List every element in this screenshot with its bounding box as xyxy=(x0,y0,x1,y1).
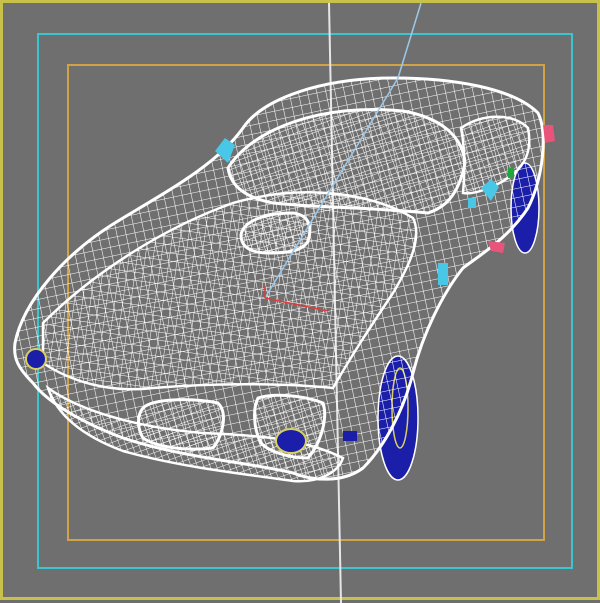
tail-light-lower xyxy=(488,241,505,253)
turn-signal xyxy=(343,431,357,441)
tail-light xyxy=(543,125,555,143)
side-marker-cyan xyxy=(438,263,448,285)
headlight-left xyxy=(25,348,47,370)
wireframe-scene[interactable] xyxy=(3,3,600,603)
headlight-right xyxy=(275,428,307,454)
perspective-viewport[interactable] xyxy=(0,0,600,603)
grille-left xyxy=(137,398,225,451)
marker-green xyxy=(508,168,514,178)
side-marker-cyan-2 xyxy=(468,198,476,208)
gizmo-y-axis-top xyxy=(397,3,422,79)
